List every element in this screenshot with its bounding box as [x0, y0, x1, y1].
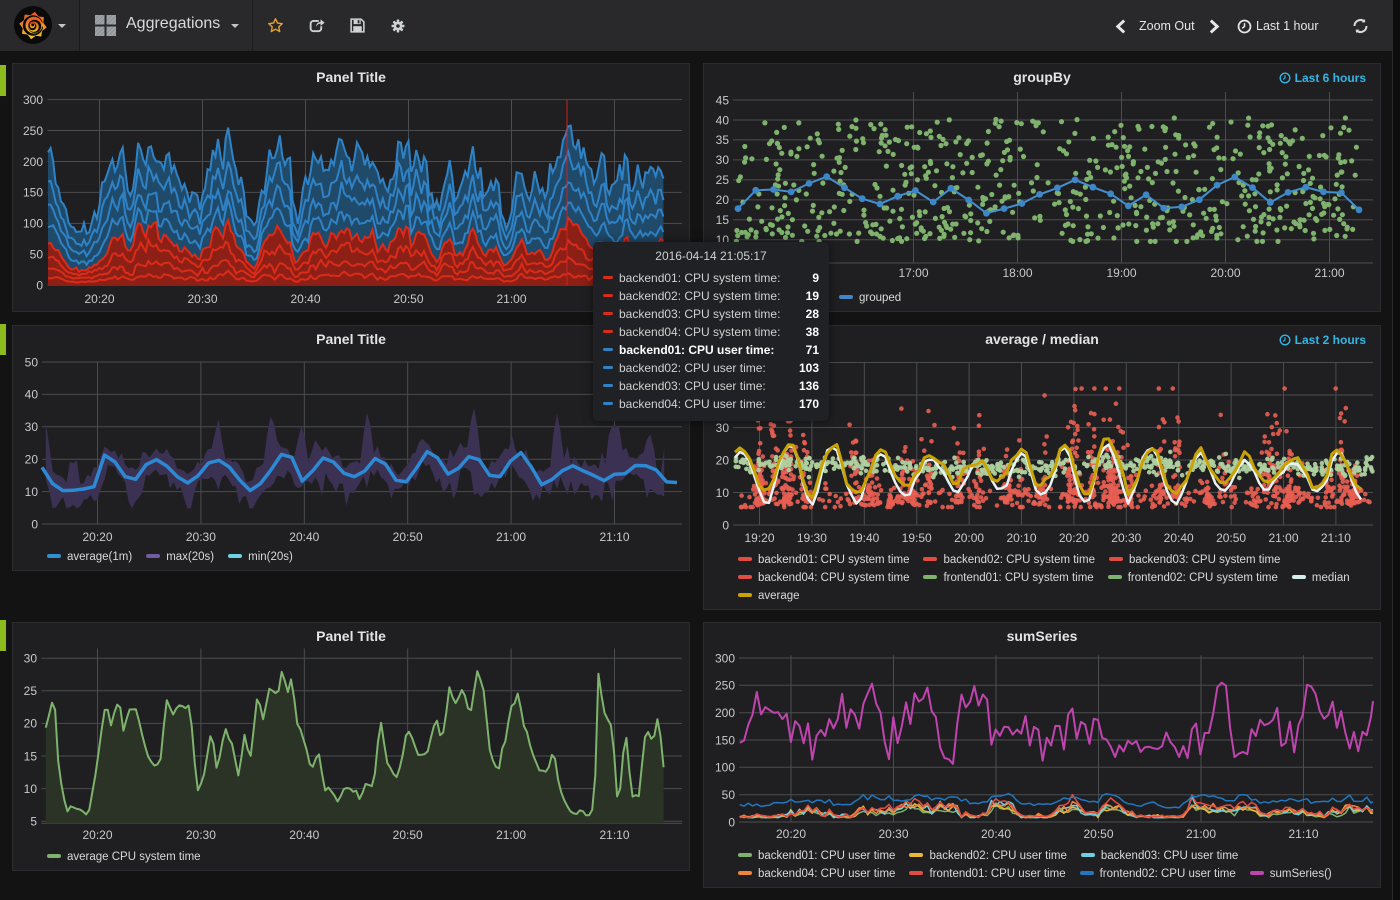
svg-text:200: 200	[23, 155, 43, 169]
svg-text:0: 0	[31, 517, 38, 531]
svg-text:21:00: 21:00	[1314, 266, 1344, 280]
svg-text:15: 15	[24, 749, 38, 763]
svg-text:19:20: 19:20	[744, 531, 774, 545]
svg-text:21:00: 21:00	[1186, 827, 1216, 841]
svg-text:20:50: 20:50	[393, 530, 423, 544]
svg-text:300: 300	[23, 93, 43, 107]
svg-text:20:40: 20:40	[1164, 531, 1194, 545]
svg-text:20:20: 20:20	[776, 827, 806, 841]
svg-text:20:20: 20:20	[82, 530, 112, 544]
svg-text:20:40: 20:40	[981, 827, 1011, 841]
svg-text:21:10: 21:10	[1321, 531, 1351, 545]
svg-text:20:30: 20:30	[187, 292, 217, 306]
svg-text:40: 40	[25, 388, 39, 402]
svg-text:100: 100	[715, 761, 735, 775]
svg-text:45: 45	[716, 93, 730, 107]
svg-text:20:50: 20:50	[1083, 827, 1113, 841]
svg-text:35: 35	[716, 133, 730, 147]
svg-text:0: 0	[36, 279, 43, 293]
svg-text:250: 250	[23, 124, 43, 138]
svg-text:19:40: 19:40	[849, 531, 879, 545]
svg-text:21:00: 21:00	[496, 530, 526, 544]
svg-text:150: 150	[715, 733, 735, 747]
svg-text:30: 30	[716, 421, 730, 435]
svg-text:18:00: 18:00	[1002, 266, 1032, 280]
svg-text:21:10: 21:10	[599, 828, 629, 842]
svg-text:20:40: 20:40	[289, 530, 319, 544]
svg-text:250: 250	[715, 679, 735, 693]
svg-text:20:30: 20:30	[1111, 531, 1141, 545]
svg-text:10: 10	[24, 782, 38, 796]
svg-text:10: 10	[716, 486, 730, 500]
svg-text:10: 10	[25, 485, 39, 499]
svg-text:100: 100	[23, 217, 43, 231]
svg-text:20:20: 20:20	[82, 828, 112, 842]
svg-text:20:50: 20:50	[1216, 531, 1246, 545]
svg-text:19:50: 19:50	[902, 531, 932, 545]
svg-text:50: 50	[722, 788, 736, 802]
svg-text:200: 200	[715, 706, 735, 720]
svg-text:20:30: 20:30	[186, 530, 216, 544]
svg-text:20:40: 20:40	[290, 292, 320, 306]
svg-text:20:10: 20:10	[1006, 531, 1036, 545]
svg-text:30: 30	[24, 652, 38, 666]
svg-text:20:30: 20:30	[878, 827, 908, 841]
svg-text:20:20: 20:20	[84, 292, 114, 306]
svg-text:20: 20	[24, 717, 38, 731]
svg-text:17:00: 17:00	[898, 266, 928, 280]
svg-text:21:10: 21:10	[1288, 827, 1318, 841]
svg-text:19:30: 19:30	[797, 531, 827, 545]
svg-text:20: 20	[25, 453, 39, 467]
svg-text:19:00: 19:00	[1106, 266, 1136, 280]
svg-text:21:00: 21:00	[1268, 531, 1298, 545]
svg-text:20:50: 20:50	[393, 292, 423, 306]
svg-text:30: 30	[25, 420, 39, 434]
svg-text:150: 150	[23, 186, 43, 200]
svg-text:20:30: 20:30	[186, 828, 216, 842]
svg-text:20:40: 20:40	[289, 828, 319, 842]
svg-text:21:10: 21:10	[599, 530, 629, 544]
svg-text:20:20: 20:20	[1059, 531, 1089, 545]
svg-text:20:00: 20:00	[954, 531, 984, 545]
svg-text:40: 40	[716, 113, 730, 127]
svg-text:0: 0	[728, 815, 735, 829]
svg-text:21:00: 21:00	[496, 828, 526, 842]
svg-text:20: 20	[716, 193, 730, 207]
svg-text:50: 50	[25, 355, 39, 369]
svg-text:15: 15	[716, 213, 730, 227]
svg-text:25: 25	[24, 684, 38, 698]
svg-text:21:00: 21:00	[496, 292, 526, 306]
svg-text:20:00: 20:00	[1210, 266, 1240, 280]
svg-text:5: 5	[30, 815, 37, 829]
svg-text:50: 50	[30, 248, 44, 262]
svg-text:25: 25	[716, 173, 730, 187]
svg-text:20:50: 20:50	[393, 828, 423, 842]
svg-text:20: 20	[716, 453, 730, 467]
svg-text:300: 300	[715, 651, 735, 665]
svg-text:0: 0	[722, 518, 729, 532]
svg-text:30: 30	[716, 153, 730, 167]
